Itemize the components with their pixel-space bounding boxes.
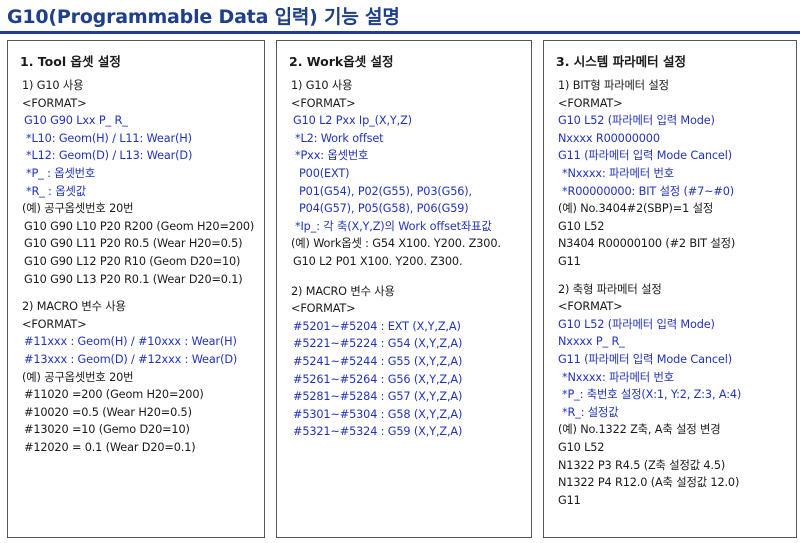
text-line: #13020 =10 (Gemo D20=10) xyxy=(24,423,190,436)
panel-work-offset: 2. Work옵셋 설정 1) G10 사용 <FORMAT> G10 L2 Pxx… xyxy=(276,40,532,538)
text-line: N1322 P3 R4.5 (Z축 설정값 4.5) xyxy=(558,459,726,472)
text-line: 1) G10 사용 xyxy=(291,79,353,92)
format-line: *R00000000: BIT 설정 (#7~#0) xyxy=(562,185,735,198)
format-line: #5201~#5204 : EXT (X,Y,Z,A) xyxy=(293,320,461,333)
text-line: <FORMAT> xyxy=(291,302,356,315)
page-title: G10(Programmable Data 입력) 기능 설명 xyxy=(7,6,400,28)
format-line: G11 (파라메터 입력 Mode Cancel) xyxy=(558,353,732,366)
text-line: (예) 공구옵셋번호 20번 xyxy=(22,371,134,384)
format-line: *L2: Work offset xyxy=(295,132,384,145)
panel-title: 1. Tool 옵셋 설정 xyxy=(20,54,121,69)
title-underline xyxy=(0,31,800,34)
text-line: 1) G10 사용 xyxy=(22,79,84,92)
text-line: N1322 P4 R12.0 (A축 설정값 12.0) xyxy=(558,476,740,489)
format-line: #5301~#5304 : G58 (X,Y,Z,A) xyxy=(293,408,463,421)
format-line: *Nxxxx: 파라메터 번호 xyxy=(562,167,674,180)
format-line: Nxxxx P_ R_ xyxy=(558,335,625,348)
text-line: <FORMAT> xyxy=(558,300,623,313)
format-line: #5221~#5224 : G54 (X,Y,Z,A) xyxy=(293,337,463,350)
text-line: 1) BIT형 파라메터 설정 xyxy=(558,79,669,92)
text-line: (예) No.3404#2(SBP)=1 설정 xyxy=(558,202,714,215)
text-line: N3404 R00000100 (#2 BIT 설정) xyxy=(558,237,736,250)
format-line: *R_ : 옵셋값 xyxy=(26,185,86,198)
panel-system-parameter: 3. 시스템 파라메터 설정 1) BIT형 파라메터 설정 <FORMAT> G1… xyxy=(543,40,797,538)
text-line: #12020 = 0.1 (Wear D20=0.1) xyxy=(24,441,196,454)
panel-title: 2. Work옵셋 설정 xyxy=(289,54,394,69)
format-line: *P_: 축번호 설정(X:1, Y:2, Z:3, A:4) xyxy=(562,388,742,401)
text-line: 2) 축형 파라메터 설정 xyxy=(558,283,662,296)
format-line: Nxxxx R00000000 xyxy=(558,132,660,145)
format-line: *Nxxxx: 파라메터 번호 xyxy=(562,371,674,384)
text-line: G10 G90 L13 P20 R0.1 (Wear D20=0.1) xyxy=(24,273,243,286)
text-line: #10020 =0.5 (Wear H20=0.5) xyxy=(24,406,192,419)
text-line: 2) MACRO 변수 사용 xyxy=(22,300,126,313)
panel-tool-offset: 1. Tool 옵셋 설정 1) G10 사용 <FORMAT> G10 G90 L… xyxy=(7,40,265,538)
text-line: #11020 =200 (Geom H20=200) xyxy=(24,388,204,401)
text-line: <FORMAT> xyxy=(22,318,87,331)
format-line: *Ip_: 각 축(X,Y,Z)의 Work offset좌표값 xyxy=(295,220,492,233)
text-line: <FORMAT> xyxy=(22,97,87,110)
text-line: G10 L52 xyxy=(558,220,605,233)
format-line: G10 L2 Pxx Ip_(X,Y,Z) xyxy=(293,114,412,127)
text-line: G11 xyxy=(558,494,581,507)
text-line: G10 G90 L12 P20 R10 (Geom D20=10) xyxy=(24,255,241,268)
text-line: <FORMAT> xyxy=(558,97,623,110)
format-line: *R_: 설정값 xyxy=(562,406,619,419)
text-line: (예) No.1322 Z축, A축 설정 변경 xyxy=(558,423,721,436)
format-line: *Pxx: 옵셋번호 xyxy=(295,149,369,162)
text-line: G10 G90 L10 P20 R200 (Geom H20=200) xyxy=(24,220,255,233)
text-line: (예) Work옵셋 : G54 X100. Y200. Z300. xyxy=(291,237,501,250)
text-line: G11 xyxy=(558,255,581,268)
text-line: 2) MACRO 변수 사용 xyxy=(291,285,395,298)
text-line: G10 L2 P01 X100. Y200. Z300. xyxy=(293,255,463,268)
format-line: G11 (파라메터 입력 Mode Cancel) xyxy=(558,149,732,162)
format-line: G10 G90 Lxx P_ R_ xyxy=(24,114,128,127)
format-line: P00(EXT) xyxy=(299,167,350,180)
text-line: (예) 공구옵셋번호 20번 xyxy=(22,202,134,215)
format-line: *L12: Geom(D) / L13: Wear(D) xyxy=(26,149,193,162)
format-line: *L10: Geom(H) / L11: Wear(H) xyxy=(26,132,192,145)
format-line: *P_ : 옵셋번호 xyxy=(26,167,96,180)
format-line: #5241~#5244 : G55 (X,Y,Z,A) xyxy=(293,355,463,368)
format-line: #11xxx : Geom(H) / #10xxx : Wear(H) xyxy=(24,335,237,348)
panel-title: 3. 시스템 파라메터 설정 xyxy=(556,54,687,69)
text-line: G10 G90 L11 P20 R0.5 (Wear H20=0.5) xyxy=(24,237,243,250)
format-line: #5321~#5324 : G59 (X,Y,Z,A) xyxy=(293,425,463,438)
format-line: #5281~#5284 : G57 (X,Y,Z,A) xyxy=(293,390,463,403)
text-line: <FORMAT> xyxy=(291,97,356,110)
format-line: P01(G54), P02(G55), P03(G56), xyxy=(299,185,472,198)
text-line: G10 L52 xyxy=(558,441,605,454)
format-line: #13xxx : Geom(D) / #12xxx : Wear(D) xyxy=(24,353,238,366)
format-line: G10 L52 (파라메터 입력 Mode) xyxy=(558,114,715,127)
format-line: G10 L52 (파라메터 입력 Mode) xyxy=(558,318,715,331)
format-line: #5261~#5264 : G56 (X,Y,Z,A) xyxy=(293,373,463,386)
format-line: P04(G57), P05(G58), P06(G59) xyxy=(299,202,469,215)
